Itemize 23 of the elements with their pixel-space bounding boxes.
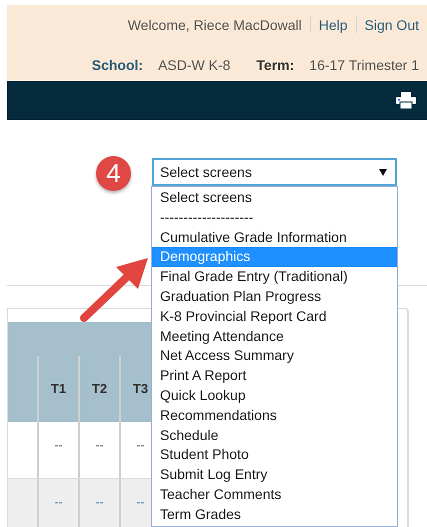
dropdown-option[interactable]: Final Grade Entry (Traditional)	[152, 267, 397, 287]
dropdown-option[interactable]: Term Grades	[152, 504, 397, 525]
header-link[interactable]: Sign Out	[364, 14, 419, 36]
welcome-text: Welcome, Riece MacDowall	[128, 16, 302, 34]
step-badge: 4	[96, 156, 131, 191]
screen-select[interactable]: Select screens	[152, 158, 397, 186]
pointer-arrow	[80, 258, 148, 322]
dropdown-option[interactable]: Select screens	[152, 188, 397, 208]
printer-icon[interactable]	[396, 92, 416, 109]
table-cell: --	[39, 479, 80, 527]
dropdown-option[interactable]: Meeting Attendance	[152, 326, 397, 346]
school-value: ASD-W K-8	[158, 56, 230, 74]
school-label: School:	[92, 56, 144, 74]
dropdown-caret-icon	[379, 168, 387, 176]
table-cell: --	[80, 479, 121, 527]
dropdown-option[interactable]: Graduation Plan Progress	[152, 286, 397, 307]
dropdown-option[interactable]: K-8 Provincial Report Card	[152, 306, 397, 327]
dropdown-option[interactable]: Cumulative Grade Information	[152, 228, 397, 248]
dropdown-option[interactable]: --------------------	[152, 208, 397, 228]
term-label: Term:	[256, 56, 294, 74]
dropdown-option[interactable]: Teacher Comments	[152, 484, 397, 505]
header-link[interactable]: Help	[318, 14, 348, 36]
term-value: 16-17 Trimester 1	[309, 56, 419, 74]
